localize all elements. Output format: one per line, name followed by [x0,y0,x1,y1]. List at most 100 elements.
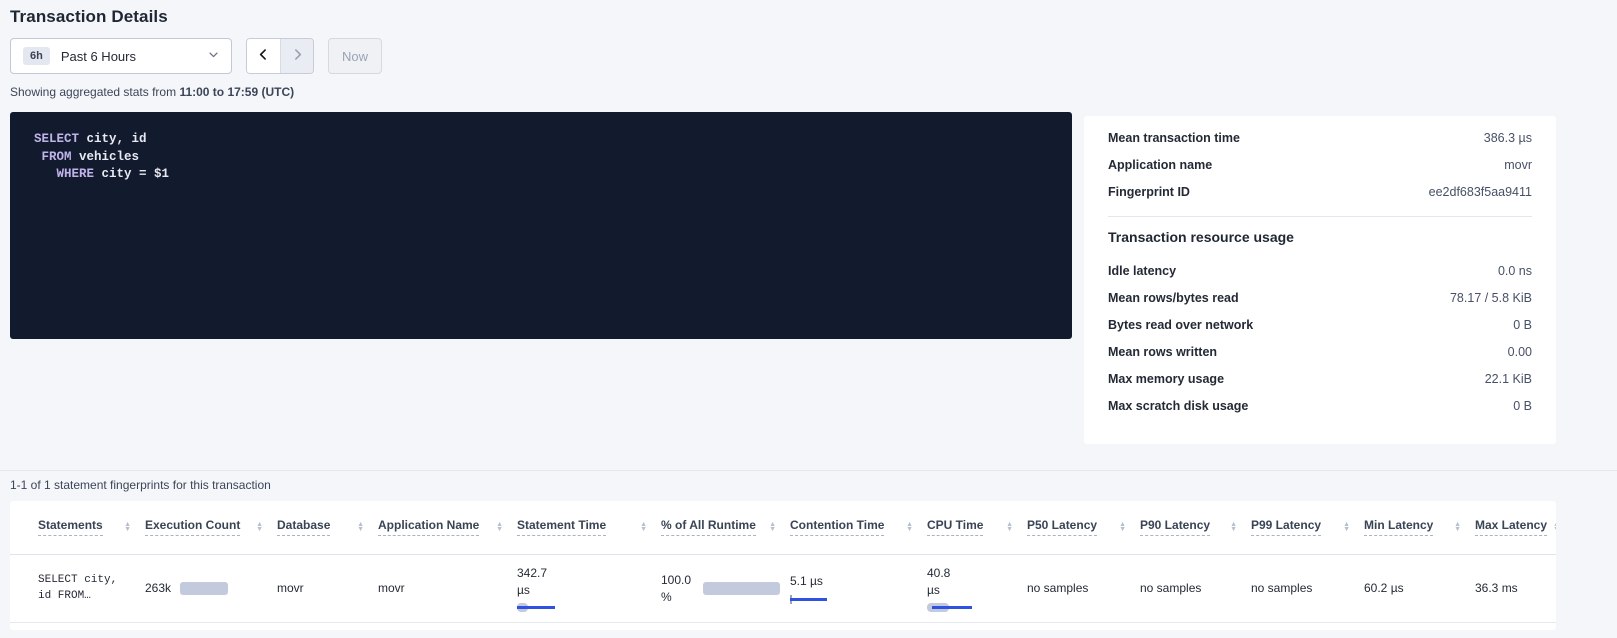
summary-label: Bytes read over network [1108,318,1253,332]
resource-row-mean-rows-bytes-read: Mean rows/bytes read 78.17 / 5.8 KiB [1108,284,1532,311]
next-range-button[interactable] [280,39,313,73]
statements-table: Statements▲▼ Execution Count▲▼ Database▲… [10,501,1556,623]
statement-time-bar [517,603,557,612]
column-header-min-latency[interactable]: Min Latency▲▼ [1364,501,1475,554]
cell-p90-latency: no samples [1140,554,1251,622]
summary-value: 0.0 ns [1498,264,1532,278]
aggregated-stats-range: 11:00 to 17:59 (UTC) [179,85,294,99]
sql-line: WHERE city = $1 [34,166,1052,184]
sort-icon[interactable]: ▲▼ [769,522,776,533]
column-header-p90-latency[interactable]: P90 Latency▲▼ [1140,501,1251,554]
transaction-details-page: Transaction Details 6h Past 6 Hours Now … [0,0,1617,630]
sort-icon[interactable]: ▲▼ [1454,522,1461,533]
resource-row-max-scratch-disk-usage: Max scratch disk usage 0 B [1108,392,1532,419]
resource-row-bytes-read-over-network: Bytes read over network 0 B [1108,311,1532,338]
execution-count-bar [180,582,228,595]
time-range-dropdown[interactable]: 6h Past 6 Hours [10,38,232,74]
cell-statement: SELECT city, id FROM… [10,554,145,622]
summary-label: Fingerprint ID [1108,185,1190,199]
cell-database: movr [277,554,378,622]
cell-p50-latency: no samples [1027,554,1140,622]
time-range-stepper [246,38,314,74]
summary-label: Mean rows/bytes read [1108,291,1239,305]
sort-icon[interactable]: ▲▼ [906,522,913,533]
summary-row-fingerprint-id: Fingerprint ID ee2df683f5aa9411 [1108,178,1532,205]
sql-line: SELECT city, id [34,131,1052,149]
cpu-time-bar [927,603,973,612]
column-header-max-latency[interactable]: Max Latency▲▼ [1475,501,1556,554]
sort-icon[interactable]: ▲▼ [1230,522,1237,533]
sql-statement-box: SELECT city, id FROM vehicles WHERE city… [10,112,1072,339]
summary-value: 78.17 / 5.8 KiB [1450,291,1532,305]
cell-runtime-pct: 100.0 % [661,554,790,622]
cell-execution-count: 263k [145,554,277,622]
column-header-execution-count[interactable]: Execution Count▲▼ [145,501,277,554]
summary-label: Idle latency [1108,264,1176,278]
chevron-left-icon [257,48,270,64]
resource-row-max-memory-usage: Max memory usage 22.1 KiB [1108,365,1532,392]
cell-application-name: movr [378,554,517,622]
aggregated-stats-text: Showing aggregated stats from [10,85,179,99]
summary-value: 0 B [1513,399,1532,413]
sort-icon[interactable]: ▲▼ [256,522,263,533]
cell-cpu-time: 40.8 µs [927,554,1027,622]
column-header-statement-time[interactable]: Statement Time▲▼ [517,501,661,554]
column-header-p99-latency[interactable]: P99 Latency▲▼ [1251,501,1364,554]
summary-value: 0 B [1513,318,1532,332]
summary-label: Mean rows written [1108,345,1217,359]
sort-icon[interactable]: ▲▼ [124,522,131,533]
cell-min-latency: 60.2 µs [1364,554,1475,622]
sort-icon[interactable]: ▲▼ [1006,522,1013,533]
summary-divider [1108,216,1532,217]
summary-value: movr [1504,158,1532,172]
summary-value: 22.1 KiB [1485,372,1532,386]
summary-label: Max memory usage [1108,372,1224,386]
contention-time-bar [790,595,830,604]
sort-icon[interactable]: ▲▼ [496,522,503,533]
chevron-right-icon [291,48,304,64]
previous-range-button[interactable] [247,39,280,73]
time-controls: 6h Past 6 Hours Now [10,38,1617,74]
cell-statement-time: 342.7 µs [517,554,661,622]
runtime-pct-bar [703,582,780,595]
column-header-database[interactable]: Database▲▼ [277,501,378,554]
column-header-cpu-time[interactable]: CPU Time▲▼ [927,501,1027,554]
summary-label: Max scratch disk usage [1108,399,1248,413]
statement-row: SELECT city, id FROM… 263k movr movr 342… [10,554,1556,622]
sort-icon[interactable]: ▲▼ [1119,522,1126,533]
transaction-summary-card: Mean transaction time 386.3 µs Applicati… [1084,116,1556,444]
page-title: Transaction Details [10,7,1617,27]
statements-count-caption: 1-1 of 1 statement fingerprints for this… [10,478,1617,492]
resource-usage-title: Transaction resource usage [1108,229,1532,245]
cell-contention-time: 5.1 µs [790,554,927,622]
column-header-contention-time[interactable]: Contention Time▲▼ [790,501,927,554]
aggregated-stats-caption: Showing aggregated stats from 11:00 to 1… [10,85,1617,99]
column-header-application-name[interactable]: Application Name▲▼ [378,501,517,554]
execution-count-value: 263k [145,581,171,595]
statement-fingerprint-link[interactable]: SELECT city, id FROM… [38,572,135,604]
sort-icon[interactable]: ▲▼ [1553,522,1556,533]
section-divider [0,470,1617,471]
sort-icon[interactable]: ▲▼ [357,522,364,533]
sql-line: FROM vehicles [34,149,1052,167]
resource-row-mean-rows-written: Mean rows written 0.00 [1108,338,1532,365]
statements-table-card: Statements▲▼ Execution Count▲▼ Database▲… [10,501,1556,630]
chevron-down-icon [208,47,219,65]
table-header-row: Statements▲▼ Execution Count▲▼ Database▲… [10,501,1556,554]
column-header-statements[interactable]: Statements▲▼ [10,501,145,554]
sort-icon[interactable]: ▲▼ [1343,522,1350,533]
time-range-label: Past 6 Hours [61,49,208,64]
summary-row-mean-transaction-time: Mean transaction time 386.3 µs [1108,124,1532,151]
sort-icon[interactable]: ▲▼ [640,522,647,533]
now-button[interactable]: Now [328,38,382,74]
resource-row-idle-latency: Idle latency 0.0 ns [1108,257,1532,284]
summary-label: Application name [1108,158,1212,172]
cell-max-latency: 36.3 ms [1475,554,1556,622]
time-range-badge: 6h [23,47,50,65]
summary-value: ee2df683f5aa9411 [1429,185,1532,199]
column-header-p50-latency[interactable]: P50 Latency▲▼ [1027,501,1140,554]
summary-label: Mean transaction time [1108,131,1240,145]
summary-row-application-name: Application name movr [1108,151,1532,178]
column-header-runtime-pct[interactable]: % of All Runtime▲▼ [661,501,790,554]
summary-value: 386.3 µs [1484,131,1532,145]
